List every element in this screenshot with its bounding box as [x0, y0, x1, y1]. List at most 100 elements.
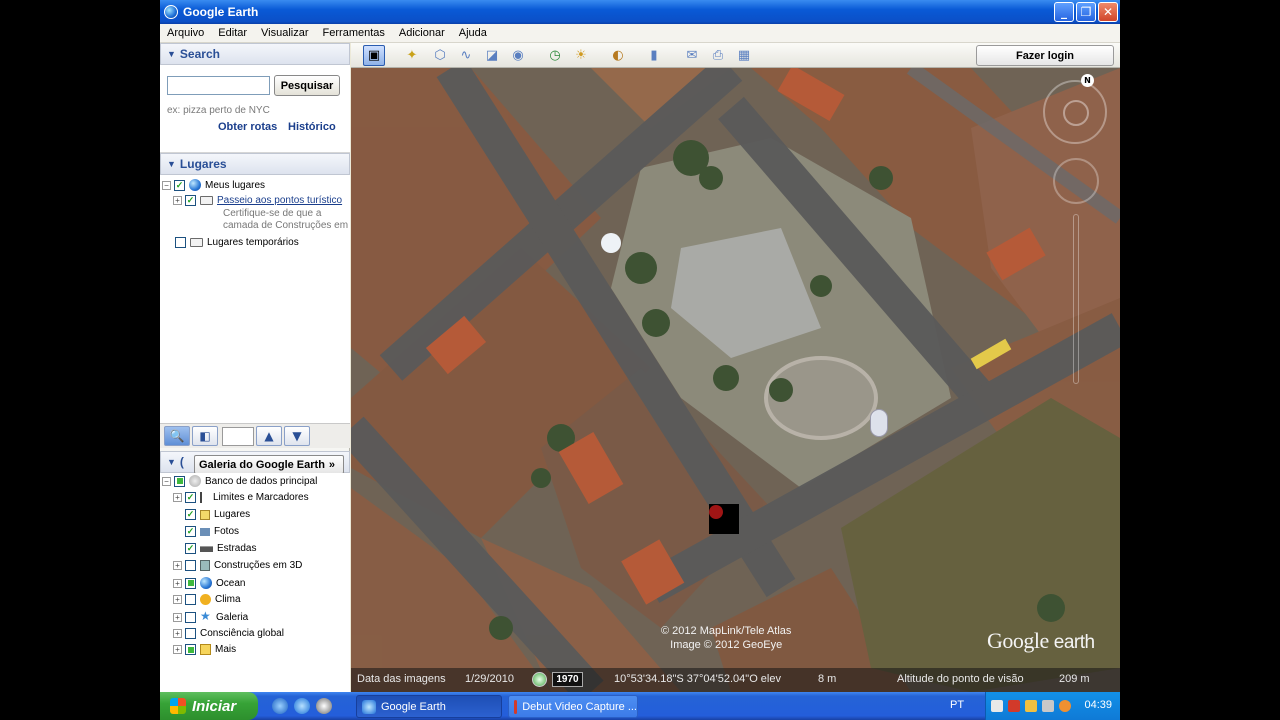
layer-photos[interactable]: ✓ Fotos [185, 526, 239, 537]
save-image-icon[interactable]: ▦ [733, 45, 755, 66]
language-indicator[interactable]: PT [950, 699, 964, 711]
toggle-panel-button[interactable]: ◧ [192, 426, 218, 446]
menu-ferramentas[interactable]: Ferramentas [316, 27, 392, 39]
tray-keyboard-icon[interactable] [1042, 700, 1054, 712]
layer-primary-database[interactable]: − Banco de dados principal [162, 475, 317, 487]
expand-icon[interactable]: + [173, 561, 182, 570]
add-polygon-icon[interactable]: ⬡ [429, 45, 451, 66]
compass-north-icon[interactable]: N [1081, 74, 1094, 87]
expand-icon[interactable]: + [173, 578, 182, 588]
tree-item-tour[interactable]: + ✓ Passeio aos pontos turístico [173, 195, 342, 206]
earth-gallery-button[interactable]: Galeria do Google Earth » [194, 455, 344, 474]
menu-ajuda[interactable]: Ajuda [452, 27, 494, 39]
menu-visualizar[interactable]: Visualizar [254, 27, 316, 39]
tray-arrow-icon[interactable] [991, 700, 1003, 712]
checkbox[interactable]: ✓ [185, 509, 196, 520]
places-panel-header[interactable]: ▼ Lugares [160, 153, 350, 175]
imagery-copyright: © 2012 MapLink/Tele Atlas Image © 2012 G… [661, 624, 791, 652]
expand-icon[interactable]: + [173, 196, 182, 205]
sign-in-button[interactable]: Fazer login [976, 45, 1114, 66]
print-icon[interactable]: ⎙ [707, 45, 729, 66]
get-directions-link[interactable]: Obter rotas [218, 121, 277, 133]
menu-adicionar[interactable]: Adicionar [392, 27, 452, 39]
record-tour-icon[interactable]: ◉ [507, 45, 529, 66]
email-icon[interactable]: ✉ [681, 45, 703, 66]
move-down-button[interactable]: ▼ [284, 426, 310, 446]
menu-editar[interactable]: Editar [211, 27, 254, 39]
zoom-slider[interactable] [1073, 214, 1079, 384]
layer-borders[interactable]: + ✓ Limites e Marcadores [173, 492, 309, 503]
add-path-icon[interactable]: ∿ [455, 45, 477, 66]
quicklaunch-media-icon[interactable] [316, 698, 332, 714]
toggle-sidebar-icon[interactable]: ▣ [363, 45, 385, 66]
expand-icon[interactable]: + [173, 629, 182, 638]
checkbox[interactable] [185, 628, 196, 639]
checkbox[interactable]: ✓ [185, 195, 196, 206]
layer-ocean[interactable]: + Ocean [173, 577, 245, 589]
imagery-year-badge[interactable]: 1970 [552, 672, 583, 687]
historical-imagery-clock-icon[interactable] [532, 672, 547, 687]
map-viewport[interactable]: N © 2012 MapLink/Tele Atlas Image © 2012… [351, 68, 1120, 692]
tree-item-label[interactable]: Passeio aos pontos turístico [217, 195, 342, 206]
checkbox[interactable] [185, 594, 196, 605]
tray-network-icon[interactable] [1025, 700, 1037, 712]
sunlight-icon[interactable]: ☀ [570, 45, 592, 66]
checkbox[interactable]: ✓ [185, 543, 196, 554]
planets-icon[interactable]: ◐ [607, 45, 629, 66]
layer-roads[interactable]: ✓ Estradas [185, 543, 256, 554]
expand-icon[interactable]: + [173, 493, 182, 502]
layer-places[interactable]: ✓ Lugares [185, 509, 250, 520]
system-clock[interactable]: 04:39 [1084, 699, 1112, 711]
checkbox[interactable]: ✓ [185, 526, 196, 537]
tray-update-icon[interactable] [1059, 700, 1071, 712]
google-earth-window: Google Earth _ ❐ ✕ Arquivo Editar Visual… [160, 0, 1120, 692]
start-button[interactable]: Iniciar [160, 692, 258, 720]
move-up-button[interactable]: ▲ [256, 426, 282, 446]
layer-global-awareness[interactable]: + Consciência global [173, 628, 284, 639]
eye-altitude-value: 209 m [1059, 673, 1090, 685]
tree-item-temporary-places[interactable]: Lugares temporários [175, 237, 299, 248]
expand-icon[interactable]: + [173, 645, 182, 654]
collapse-triangle-icon: ▼ [167, 49, 176, 59]
expand-icon[interactable]: + [173, 612, 182, 622]
checkbox[interactable] [174, 475, 185, 487]
layer-gallery[interactable]: + ★ Galeria [173, 610, 248, 623]
search-input[interactable] [167, 76, 270, 95]
menu-arquivo[interactable]: Arquivo [160, 27, 211, 39]
places-filter-input[interactable] [222, 427, 254, 446]
collapse-icon[interactable]: − [162, 180, 171, 190]
historical-imagery-icon[interactable]: ◷ [544, 45, 566, 66]
taskbar-debut-capture[interactable]: Debut Video Capture ... [508, 695, 638, 718]
checkbox[interactable]: ✓ [174, 179, 185, 191]
layer-more[interactable]: + Mais [173, 644, 236, 655]
checkbox[interactable] [185, 644, 196, 655]
add-placemark-icon[interactable]: ✦ [401, 45, 423, 66]
layer-3d-buildings[interactable]: + Construções em 3D [173, 560, 302, 571]
close-button[interactable]: ✕ [1098, 2, 1118, 22]
checkbox[interactable] [185, 560, 196, 571]
collapse-icon[interactable]: − [162, 476, 171, 486]
tree-item-my-places[interactable]: − ✓ Meus lugares [162, 179, 265, 191]
ruler-icon[interactable]: ▮ [643, 45, 665, 66]
folder-icon [190, 238, 203, 247]
restore-button[interactable]: ❐ [1076, 2, 1096, 22]
search-places-button[interactable]: 🔍 [164, 426, 190, 446]
search-panel-header[interactable]: ▼ Search [160, 43, 350, 65]
search-button[interactable]: Pesquisar [274, 75, 340, 96]
checkbox[interactable] [185, 611, 196, 623]
checkbox[interactable] [185, 577, 196, 589]
layer-weather[interactable]: + Clima [173, 594, 241, 605]
move-control[interactable] [1053, 158, 1099, 204]
quicklaunch-desktop-icon[interactable] [272, 698, 288, 714]
checkbox[interactable] [175, 237, 186, 248]
taskbar-google-earth[interactable]: Google Earth [356, 695, 502, 718]
look-joystick[interactable] [1063, 100, 1089, 126]
add-image-overlay-icon[interactable]: ◪ [481, 45, 503, 66]
expand-icon[interactable]: + [173, 595, 182, 604]
tray-record-icon[interactable] [1008, 700, 1020, 712]
history-link[interactable]: Histórico [288, 121, 336, 133]
checkbox[interactable]: ✓ [185, 492, 196, 503]
minimize-button[interactable]: _ [1054, 2, 1074, 22]
places-toolbar: 🔍 ◧ ▲ ▼ [160, 423, 350, 448]
quicklaunch-ie-icon[interactable] [294, 698, 310, 714]
